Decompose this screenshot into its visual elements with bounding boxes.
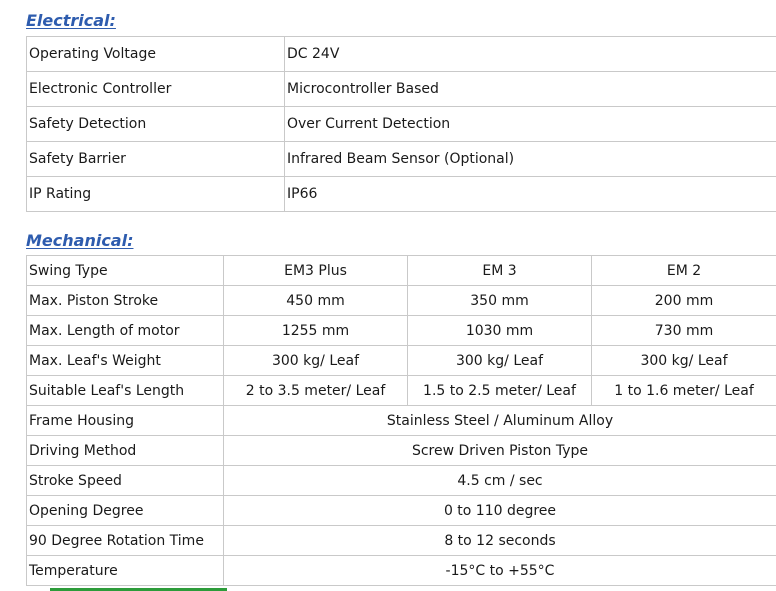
- spec-label: Safety Detection: [26, 106, 285, 142]
- electrical-spec-table: Operating Voltage DC 24V Electronic Cont…: [26, 36, 776, 212]
- spec-label: Safety Barrier: [26, 141, 285, 177]
- spec-label: 90 Degree Rotation Time: [26, 525, 224, 556]
- spec-value: DC 24V: [284, 36, 776, 72]
- spec-value: 300 kg/ Leaf: [591, 345, 776, 376]
- table-row: Stroke Speed 4.5 cm / sec: [26, 465, 776, 496]
- spec-label: Suitable Leaf's Length: [26, 375, 224, 406]
- model-header: EM3 Plus: [223, 255, 408, 286]
- spec-value: Stainless Steel / Aluminum Alloy: [223, 405, 776, 436]
- spec-value: 350 mm: [407, 285, 592, 316]
- spec-value: 450 mm: [223, 285, 408, 316]
- spec-value: 1 to 1.6 meter/ Leaf: [591, 375, 776, 406]
- table-row: Max. Piston Stroke 450 mm 350 mm 200 mm: [26, 285, 776, 316]
- spec-label: IP Rating: [26, 176, 285, 212]
- spec-value: Microcontroller Based: [284, 71, 776, 107]
- spec-value: Infrared Beam Sensor (Optional): [284, 141, 776, 177]
- table-row: Opening Degree 0 to 110 degree: [26, 495, 776, 526]
- spec-value: 1.5 to 2.5 meter/ Leaf: [407, 375, 592, 406]
- mechanical-heading: Mechanical:: [26, 231, 134, 250]
- spec-label: Max. Length of motor: [26, 315, 224, 346]
- spec-value: 300 kg/ Leaf: [223, 345, 408, 376]
- spec-label: Swing Type: [26, 255, 224, 286]
- table-row: Operating Voltage DC 24V: [26, 36, 776, 72]
- table-row: Max. Length of motor 1255 mm 1030 mm 730…: [26, 315, 776, 346]
- spec-value: 200 mm: [591, 285, 776, 316]
- spec-value: 0 to 110 degree: [223, 495, 776, 526]
- table-row: Frame Housing Stainless Steel / Aluminum…: [26, 405, 776, 436]
- spec-label: Driving Method: [26, 435, 224, 466]
- spec-value: 1030 mm: [407, 315, 592, 346]
- spec-value: 4.5 cm / sec: [223, 465, 776, 496]
- table-row: Electronic Controller Microcontroller Ba…: [26, 71, 776, 107]
- table-row: Temperature -15°C to +55°C: [26, 555, 776, 586]
- spec-value: 8 to 12 seconds: [223, 525, 776, 556]
- spec-value: 730 mm: [591, 315, 776, 346]
- spec-value: 2 to 3.5 meter/ Leaf: [223, 375, 408, 406]
- spec-value: Over Current Detection: [284, 106, 776, 142]
- mechanical-spec-table: Swing Type EM3 Plus EM 3 EM 2 Max. Pisto…: [26, 255, 776, 586]
- model-header: EM 2: [591, 255, 776, 286]
- table-row: Safety Detection Over Current Detection: [26, 106, 776, 142]
- electrical-heading: Electrical:: [26, 11, 116, 30]
- spec-value: 1255 mm: [223, 315, 408, 346]
- spec-label: Electronic Controller: [26, 71, 285, 107]
- table-row: Suitable Leaf's Length 2 to 3.5 meter/ L…: [26, 375, 776, 406]
- spec-label: Frame Housing: [26, 405, 224, 436]
- spec-value: IP66: [284, 176, 776, 212]
- spec-label: Max. Leaf's Weight: [26, 345, 224, 376]
- spec-label: Opening Degree: [26, 495, 224, 526]
- table-row: IP Rating IP66: [26, 176, 776, 212]
- table-row: Safety Barrier Infrared Beam Sensor (Opt…: [26, 141, 776, 177]
- table-header-row: Swing Type EM3 Plus EM 3 EM 2: [26, 255, 776, 286]
- spec-label: Temperature: [26, 555, 224, 586]
- spec-value: -15°C to +55°C: [223, 555, 776, 586]
- spec-value: Screw Driven Piston Type: [223, 435, 776, 466]
- spec-label: Stroke Speed: [26, 465, 224, 496]
- spec-label: Operating Voltage: [26, 36, 285, 72]
- spec-value: 300 kg/ Leaf: [407, 345, 592, 376]
- table-row: 90 Degree Rotation Time 8 to 12 seconds: [26, 525, 776, 556]
- table-row: Driving Method Screw Driven Piston Type: [26, 435, 776, 466]
- spec-label: Max. Piston Stroke: [26, 285, 224, 316]
- model-header: EM 3: [407, 255, 592, 286]
- table-row: Max. Leaf's Weight 300 kg/ Leaf 300 kg/ …: [26, 345, 776, 376]
